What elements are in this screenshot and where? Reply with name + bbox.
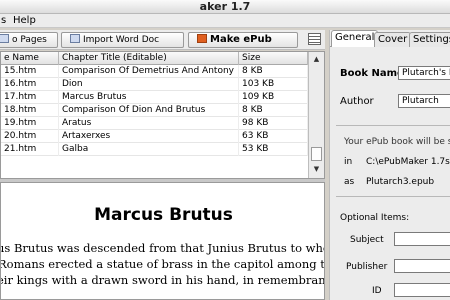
file-name-cell: 16.htm — [1, 78, 59, 91]
chapter-title-cell[interactable]: Marcus Brutus — [59, 91, 239, 104]
table-row[interactable]: 17.htm Marcus Brutus 109 KB — [1, 91, 308, 104]
section-divider — [336, 196, 450, 197]
size-cell: 98 KB — [239, 117, 308, 130]
scroll-thumb[interactable] — [311, 147, 322, 161]
file-name-cell: 19.htm — [1, 117, 59, 130]
file-name-cell: 17.htm — [1, 91, 59, 104]
output-path-text: C:\ePubMaker 1.7s\m — [366, 157, 450, 167]
tab-settings[interactable]: Settings — [409, 32, 450, 47]
import-word-doc-button[interactable]: Import Word Doc — [61, 32, 184, 48]
file-name-cell: 18.htm — [1, 104, 59, 117]
table-row[interactable]: 15.htm Comparison Of Demetrius And Anton… — [1, 65, 308, 78]
publisher-label: Publisher — [346, 262, 388, 272]
output-file-text: Plutarch3.epub — [366, 177, 435, 187]
chapter-title-cell[interactable]: Aratus — [59, 117, 239, 130]
section-divider — [336, 125, 450, 126]
list-view-icon[interactable] — [308, 33, 321, 45]
size-cell: 53 KB — [239, 143, 308, 156]
import-word-doc-label: Import Word Doc — [83, 35, 160, 45]
chapter-title-cell[interactable]: Comparison Of Dion And Brutus — [59, 104, 239, 117]
chapter-title-cell[interactable]: Comparison Of Demetrius And Antony — [59, 65, 239, 78]
author-input[interactable]: Plutarch — [398, 94, 450, 108]
size-cell: 109 KB — [239, 91, 308, 104]
table-header: e Name Chapter Title (Editable) Size — [1, 52, 308, 65]
make-epub-button[interactable]: Make ePub — [188, 32, 298, 48]
table-row[interactable]: 20.htm Artaxerxes 63 KB — [1, 130, 308, 143]
make-epub-label: Make ePub — [210, 34, 272, 45]
table-row[interactable]: 21.htm Galba 53 KB — [1, 143, 308, 156]
add-pages-button[interactable]: o Pages — [0, 32, 58, 48]
column-header-size[interactable]: Size — [239, 52, 308, 65]
scroll-down-arrow-icon[interactable]: ▼ — [311, 164, 322, 175]
tab-cover[interactable]: Cover — [374, 32, 412, 47]
file-name-cell: 21.htm — [1, 143, 59, 156]
preview-line: eir kings with a drawn sword in his hand… — [0, 273, 325, 287]
as-label: as — [344, 177, 355, 187]
table-row[interactable]: 18.htm Comparison Of Dion And Brutus 8 K… — [1, 104, 308, 117]
chapter-preview: Marcus Brutus us Brutus was descended fr… — [0, 182, 325, 300]
preview-heading: Marcus Brutus — [94, 205, 233, 225]
book-name-label: Book Name — [340, 68, 404, 79]
table-row[interactable]: 16.htm Dion 103 KB — [1, 78, 308, 91]
book-name-input[interactable]: Plutarch's Li — [398, 66, 450, 80]
size-cell: 103 KB — [239, 78, 308, 91]
menu-item-help[interactable]: Help — [13, 14, 36, 28]
preview-line: us Brutus was descended from that Junius… — [0, 241, 325, 255]
word-doc-icon — [70, 34, 80, 43]
file-name-cell: 20.htm — [1, 130, 59, 143]
save-info-text: Your ePub book will be sav — [344, 137, 450, 147]
chapter-title-cell[interactable]: Artaxerxes — [59, 130, 239, 143]
subject-input[interactable] — [394, 232, 450, 246]
make-epub-icon — [197, 34, 207, 43]
size-cell: 63 KB — [239, 130, 308, 143]
size-cell: 8 KB — [239, 104, 308, 117]
in-label: in — [344, 157, 353, 167]
scroll-up-arrow-icon[interactable]: ▲ — [311, 54, 322, 65]
column-header-chapter-title[interactable]: Chapter Title (Editable) — [59, 52, 239, 65]
chapter-title-cell[interactable]: Galba — [59, 143, 239, 156]
author-label: Author — [340, 96, 374, 107]
pages-icon — [0, 34, 9, 43]
preview-text: us Brutus was descended from that Junius… — [1, 240, 324, 288]
toolbar: o Pages Import Word Doc Make ePub — [0, 30, 325, 50]
preview-line: Romans erected a statue of brass in the … — [0, 257, 325, 271]
column-header-file-name[interactable]: e Name — [1, 52, 59, 65]
table-row[interactable]: 19.htm Aratus 98 KB — [1, 117, 308, 130]
add-pages-label: o Pages — [12, 35, 47, 45]
file-name-cell: 15.htm — [1, 65, 59, 78]
window-title: aker 1.7 — [0, 0, 450, 14]
id-input[interactable] — [394, 283, 450, 297]
chapter-table: e Name Chapter Title (Editable) Size 15.… — [0, 51, 325, 179]
table-scrollbar[interactable]: ▲ ▼ — [308, 52, 324, 178]
id-label: ID — [372, 286, 382, 296]
subject-label: Subject — [350, 235, 384, 245]
properties-panel: General Cover Settings Book Name Plutarc… — [329, 30, 450, 300]
menu-item-tools[interactable]: s — [1, 14, 6, 28]
menu-bar: s Help — [0, 14, 450, 28]
size-cell: 8 KB — [239, 65, 308, 78]
table-rows: 15.htm Comparison Of Demetrius And Anton… — [1, 65, 308, 156]
chapter-title-cell[interactable]: Dion — [59, 78, 239, 91]
publisher-input[interactable] — [394, 259, 450, 273]
optional-items-label: Optional Items: — [340, 213, 410, 223]
tab-general[interactable]: General — [331, 30, 379, 47]
panel-tabs: General Cover Settings — [330, 30, 450, 47]
